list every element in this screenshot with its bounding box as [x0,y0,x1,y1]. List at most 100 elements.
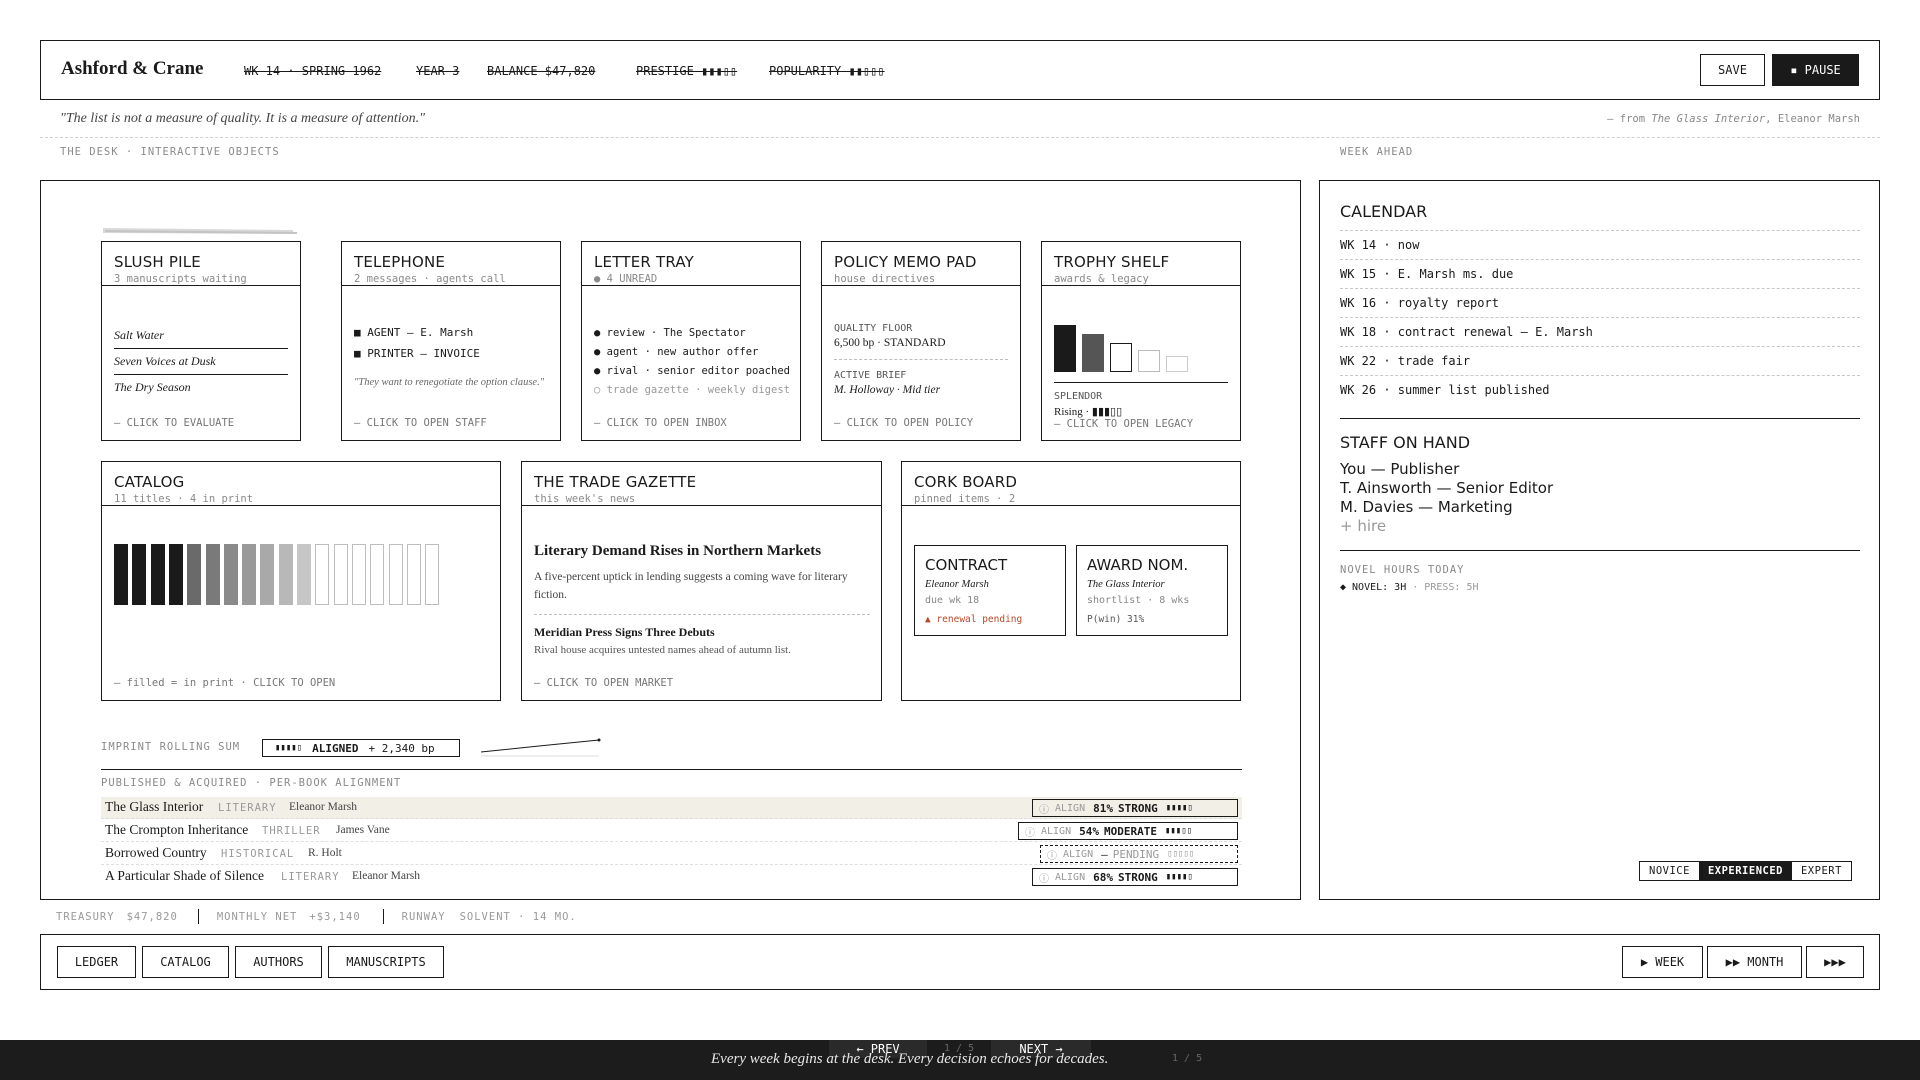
calendar-entry[interactable]: WK 22 · trade fair [1340,346,1860,375]
letter-tray-title: LETTER TRAY [594,253,695,271]
book-row[interactable]: The Glass Interior LITERARY Eleanor Mars… [101,797,1242,819]
letter-tray-card[interactable]: LETTER TRAY ● 4 UNREAD ● review · The Sp… [581,241,801,441]
difficulty-option-experienced[interactable]: EXPERIENCED [1698,862,1792,880]
align-bars: ▯▯▯▯▯ [1167,849,1195,859]
desk-section-label: THE DESK · INTERACTIVE OBJECTS [60,146,280,158]
slush-pile-card[interactable]: SLUSH PILE 3 manuscripts waiting Salt Wa… [101,241,301,441]
catalog-spine-empty[interactable] [370,544,385,605]
catalog-spine-empty[interactable] [425,544,440,605]
calendar-entry[interactable]: WK 14 · now [1340,230,1860,259]
rolling-sum-bars: ▮▮▮▮▯ [275,743,303,753]
catalog-spine-empty[interactable] [388,544,403,605]
gazette-cta[interactable]: — CLICK TO OPEN MARKET [534,677,673,689]
cork-board-card[interactable]: CORK BOARD pinned items · 2 CONTRACT Ele… [901,461,1241,701]
book-title: The Glass Interior [105,799,204,814]
hire-button[interactable]: + hire [1340,517,1386,535]
info-icon[interactable]: ⓘ [1039,801,1049,816]
calendar-entry[interactable]: WK 16 · royalty report [1340,288,1860,317]
alignment-badge[interactable]: ⓘ ALIGN 68% STRONG ▮▮▮▮▯ [1032,868,1238,886]
catalog-footer[interactable]: — filled = in print · CLICK TO OPEN [114,677,335,689]
trophy-shelf-card[interactable]: TROPHY SHELF awards & legacy SPLENDOR Ri… [1041,241,1241,441]
manuscript-item[interactable]: The Dry Season [114,380,288,395]
trade-gazette-card[interactable]: THE TRADE GAZETTE this week's news Liter… [521,461,882,701]
staff-member[interactable]: M. Davies — Marketing [1340,498,1513,516]
trophy-shelf-cta[interactable]: — CLICK TO OPEN LEGACY [1054,418,1193,430]
fast-forward-button[interactable]: ▶▶▶ [1806,946,1864,978]
catalog-spine-empty[interactable] [406,544,421,605]
advance-week-button[interactable]: ▶ WEEK [1622,946,1703,978]
catalog-spine[interactable] [187,544,202,605]
manuscript-item[interactable]: Seven Voices at Dusk [114,354,288,375]
catalog-spine[interactable] [260,544,275,605]
catalog-spine-in-print[interactable] [114,544,128,605]
contract-warning: ▲ renewal pending [925,614,1023,625]
authors-button[interactable]: AUTHORS [235,946,322,978]
letter-item[interactable]: ● agent · new author offer [594,346,758,358]
letter-item[interactable]: ● review · The Spectator [594,327,746,339]
staff-member[interactable]: You — Publisher [1340,460,1459,478]
difficulty-selector[interactable]: NOVICE EXPERIENCED EXPERT [1639,861,1852,881]
ledger-button[interactable]: LEDGER [57,946,136,978]
calendar-entry[interactable]: WK 15 · E. Marsh ms. due [1340,259,1860,288]
calendar-entry[interactable]: WK 26 · summer list published [1340,375,1860,404]
book-row[interactable]: The Crompton Inheritance THRILLER James … [101,820,1242,842]
book-author: Eleanor Marsh [352,870,421,882]
gazette-headline-2: Meridian Press Signs Three Debuts [534,625,715,639]
manuscripts-button[interactable]: MANUSCRIPTS [328,946,444,978]
catalog-spine-in-print[interactable] [132,544,147,605]
pinned-award-nomination[interactable]: AWARD NOM. The Glass Interior shortlist … [1076,545,1228,636]
align-bars: ▮▮▮▮▯ [1165,803,1193,813]
alignment-badge[interactable]: ⓘ ALIGN — PENDING ▯▯▯▯▯ [1040,845,1238,863]
catalog-spine[interactable] [278,544,293,605]
policy-memo-card[interactable]: POLICY MEMO PAD house directives QUALITY… [821,241,1021,441]
letter-item[interactable]: ● rival · senior editor poached [594,365,790,377]
difficulty-option-expert[interactable]: EXPERT [1792,862,1851,880]
catalog-spine-in-print[interactable] [168,544,183,605]
catalog-spine[interactable] [223,544,238,605]
catalog-spine-empty[interactable] [333,544,348,605]
alignment-badge[interactable]: ⓘ ALIGN 81% STRONG ▮▮▮▮▯ [1032,799,1238,817]
popularity-indicator: POPULARITY ▮▮▯▯▯ [769,64,885,78]
calendar-entry[interactable]: WK 18 · contract renewal — E. Marsh [1340,317,1860,346]
pause-button[interactable]: ▪ PAUSE [1772,54,1859,86]
caption-text: Every week begins at the desk. Every dec… [711,1051,1109,1067]
slush-pile-cta[interactable]: — CLICK TO EVALUATE [114,417,234,429]
letter-item[interactable]: ○ trade gazette · weekly digest [594,384,790,396]
quality-floor-value: 6,500 bp · STANDARD [834,337,946,349]
gazette-title: THE TRADE GAZETTE [534,473,697,491]
runway-value: SOLVENT · 14 MO. [459,910,577,923]
info-icon[interactable]: ⓘ [1025,824,1035,839]
catalog-spine-in-print[interactable] [150,544,165,605]
trophy-shelf-header: TROPHY SHELF awards & legacy [1042,242,1240,286]
trophy-award[interactable] [1082,334,1104,372]
telephone-cta[interactable]: — CLICK TO OPEN STAFF [354,417,487,429]
trophy-award[interactable] [1054,325,1076,372]
catalog-spine[interactable] [297,544,311,605]
pinned-contract[interactable]: CONTRACT Eleanor Marsh due wk 18 ▲ renew… [914,545,1066,636]
rolling-sum-badge[interactable]: ▮▮▮▮▯ ALIGNED + 2,340 bp [262,739,460,757]
catalog-button[interactable]: CATALOG [142,946,229,978]
telephone-message[interactable]: ■ AGENT — E. Marsh [354,326,473,339]
save-button[interactable]: SAVE [1700,54,1765,86]
difficulty-option-novice[interactable]: NOVICE [1640,862,1699,880]
telephone-message[interactable]: ■ PRINTER — INVOICE [354,347,480,360]
manuscript-item[interactable]: Salt Water [114,328,288,349]
catalog-spine[interactable] [205,544,220,605]
alignment-badge[interactable]: ⓘ ALIGN 54% MODERATE ▮▮▮▯▯ [1018,822,1238,840]
treasury-value: $47,820 [126,910,178,923]
advance-month-button[interactable]: ▶▶ MONTH [1707,946,1802,978]
catalog-card[interactable]: CATALOG 11 titles · 4 in print — filled … [101,461,501,701]
catalog-spines[interactable] [114,544,454,605]
catalog-spine-empty[interactable] [351,544,366,605]
catalog-spine[interactable] [242,544,257,605]
telephone-card[interactable]: TELEPHONE 2 messages · agents call ■ AGE… [341,241,561,441]
book-row[interactable]: Borrowed Country HISTORICAL R. Holt ⓘ AL… [101,843,1242,865]
info-icon[interactable]: ⓘ [1047,847,1057,862]
info-icon[interactable]: ⓘ [1039,870,1049,885]
staff-member[interactable]: T. Ainsworth — Senior Editor [1340,479,1553,497]
catalog-spine-empty[interactable] [315,544,330,605]
book-row[interactable]: A Particular Shade of Silence LITERARY E… [101,866,1242,888]
trophy-slot-empty [1166,356,1188,372]
policy-memo-cta[interactable]: — CLICK TO OPEN POLICY [834,417,973,429]
letter-tray-cta[interactable]: — CLICK TO OPEN INBOX [594,417,727,429]
